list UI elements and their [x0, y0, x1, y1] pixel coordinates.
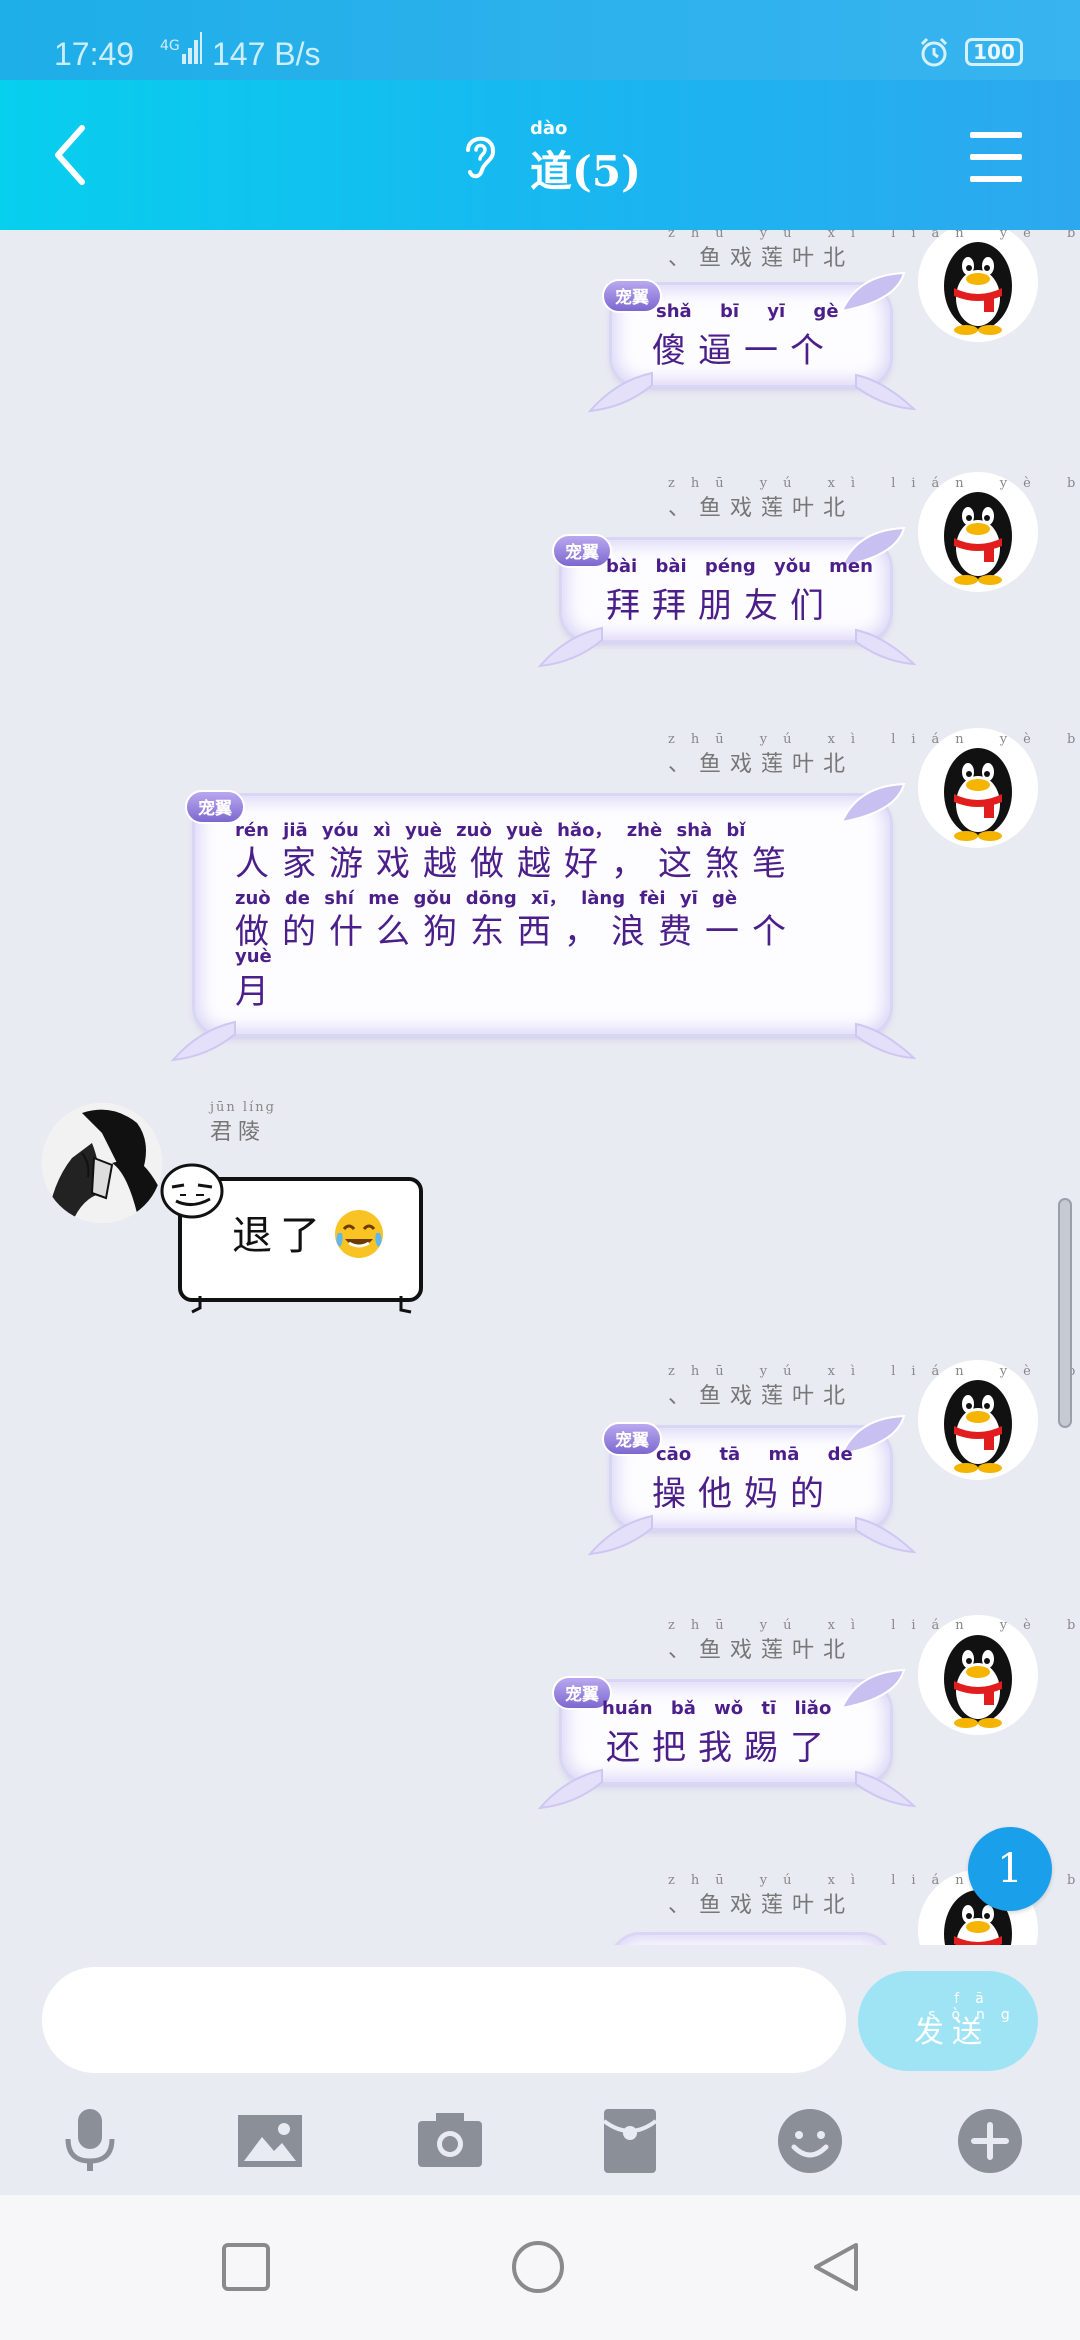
image-icon[interactable] — [234, 2105, 306, 2177]
message-bubble[interactable]: 宠翼 rén jiā yóu xì yuè zuò yuè hǎo， zhè s… — [170, 782, 916, 1062]
message-text: 拜拜朋友们 — [606, 586, 836, 626]
penguin-icon — [944, 242, 1012, 335]
message-text: 人家游戏越做越好，这煞笔 — [235, 844, 799, 884]
wing-decoration-icon — [855, 628, 916, 666]
microphone-icon[interactable] — [54, 2105, 126, 2177]
scrollbar[interactable] — [1058, 1198, 1072, 1428]
sender-name: zhū yú xì lián yè běi 、鱼戏莲叶北 — [668, 1364, 1080, 1409]
signal-icon — [182, 32, 202, 64]
sender-name: zhū yú xì lián yè běi 、鱼戏莲叶北 — [668, 732, 1080, 777]
page-title: 道(5) — [530, 147, 641, 196]
chevron-left-icon[interactable] — [48, 122, 92, 188]
wing-decoration-icon — [587, 371, 653, 413]
status-bar: 17:49 4G 147 B/s 100 — [0, 0, 1080, 80]
red-envelope-icon[interactable] — [594, 2105, 666, 2177]
sender-name: jūn líng 君陵 — [210, 1100, 276, 1145]
message-bubble[interactable]: 退了 — [160, 1163, 423, 1314]
wing-decoration-icon — [855, 1022, 916, 1060]
avatar[interactable] — [918, 230, 1038, 342]
message-list[interactable]: zhū yú xì lián yè běi 、鱼戏莲叶北 宠翼 shǎ bī y… — [0, 230, 1080, 1945]
alarm-icon — [920, 37, 948, 67]
plus-icon[interactable] — [954, 2105, 1026, 2177]
wing-decoration-icon — [840, 782, 906, 824]
comic-leg-icon — [191, 1296, 202, 1314]
message-text: 傻逼一个 — [652, 331, 836, 371]
status-time: 17:49 — [54, 36, 135, 72]
penguin-icon — [944, 1635, 1012, 1728]
message-text: 退了 — [232, 1213, 328, 1259]
network-speed: 147 B/s — [212, 36, 321, 72]
back-icon[interactable] — [808, 2239, 864, 2295]
sender-name: zhū yú xì lián yè běi 、鱼戏莲叶北 — [668, 1618, 1080, 1663]
send-button[interactable]: fā sòng 发送 — [858, 1971, 1038, 2071]
send-label: 发送 — [914, 2015, 990, 2050]
chat-title[interactable]: dào 道(5) — [530, 118, 670, 198]
member-tag: 宠翼 — [602, 1422, 662, 1456]
wing-decoration-icon — [840, 1668, 906, 1710]
title-pinyin: dào — [530, 118, 568, 139]
message-text: 操他妈的 — [652, 1474, 836, 1514]
message-text: 做的什么狗东西，浪费一个 — [235, 912, 799, 952]
message-bubble[interactable]: 宠翼 cāo tā mā de 操他妈的 — [587, 1414, 916, 1556]
message-bubble[interactable] — [612, 1935, 890, 1945]
message-pinyin: shǎ bī yī gè — [656, 301, 839, 322]
recent-apps-icon[interactable] — [218, 2239, 274, 2295]
wing-decoration-icon — [537, 1768, 603, 1810]
wing-decoration-icon — [855, 1770, 916, 1808]
message-pinyin: bài bài péng yǒu men — [606, 556, 873, 577]
home-icon[interactable] — [510, 2239, 566, 2295]
message-pinyin: cāo tā mā de — [656, 1444, 853, 1465]
message-bubble[interactable]: 宠翼 huán bǎ wǒ tī liǎo 还把我踢了 — [537, 1668, 916, 1810]
member-tag: 宠翼 — [552, 534, 612, 568]
anime-avatar-icon — [42, 1103, 162, 1223]
wing-decoration-icon — [855, 373, 916, 411]
emoji-icon[interactable] — [774, 2105, 846, 2177]
message-text: 月 — [235, 972, 281, 1012]
tears-of-joy-emoji — [335, 1210, 383, 1258]
message-pinyin: huán bǎ wǒ tī liǎo — [602, 1698, 832, 1719]
ear-icon[interactable] — [460, 128, 500, 182]
chat-header: dào 道(5) — [0, 80, 1080, 230]
wing-decoration-icon — [840, 271, 906, 313]
comic-leg-icon — [399, 1296, 412, 1314]
wing-decoration-icon — [587, 1514, 653, 1556]
wing-decoration-icon — [170, 1020, 236, 1062]
member-tag: 宠翼 — [602, 279, 662, 313]
wing-decoration-icon — [855, 1516, 916, 1554]
input-bar: fā sòng 发送 — [0, 1945, 1080, 2073]
avatar[interactable] — [42, 1103, 162, 1223]
sender-name: zhū yú xì lián yè běi 、鱼戏莲叶北 — [668, 476, 1080, 521]
input-toolbar — [0, 2085, 1080, 2195]
unread-count-badge[interactable]: 1 — [968, 1827, 1052, 1911]
message-bubble[interactable]: 宠翼 bài bài péng yǒu men 拜拜朋友们 — [537, 526, 916, 668]
message-text: 还把我踢了 — [606, 1728, 836, 1768]
meme-face-icon — [160, 1163, 224, 1219]
sender-name: zhū yú xì lián yè běi 、鱼戏莲叶北 — [668, 230, 1080, 271]
message-bubble[interactable]: 宠翼 shǎ bī yī gè 傻逼一个 — [587, 271, 916, 413]
hamburger-menu-icon[interactable] — [970, 132, 1022, 182]
avatar[interactable] — [918, 1615, 1038, 1735]
sender-name: zhū yú xì lián yè běi 、鱼戏莲叶北 — [668, 1873, 1080, 1918]
message-input[interactable] — [42, 1967, 846, 2073]
battery-icon: 100 — [965, 38, 1023, 66]
system-nav-bar — [0, 2195, 1080, 2340]
network-type: 4G — [160, 38, 180, 54]
wing-decoration-icon — [537, 626, 603, 668]
camera-icon[interactable] — [414, 2105, 486, 2177]
